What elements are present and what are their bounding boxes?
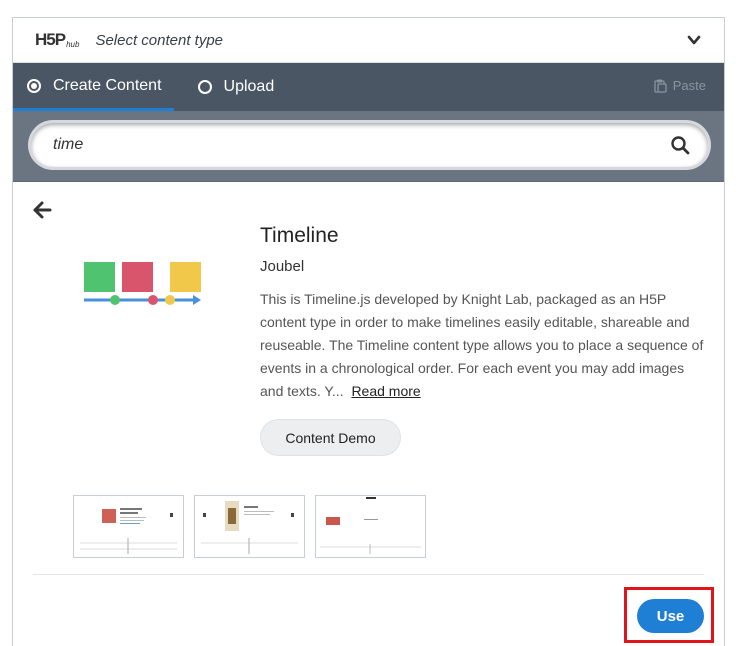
thumbnail-image <box>201 501 298 554</box>
hub-header[interactable]: H5P hub Select content type <box>13 18 724 63</box>
content-type-title: Timeline <box>260 224 339 247</box>
thumbnail-image <box>80 508 177 554</box>
search-input[interactable]: time <box>31 123 708 167</box>
logo-sub-text: hub <box>66 40 80 49</box>
paste-label: Paste <box>672 78 706 93</box>
tab-create-content[interactable]: Create Content <box>13 63 174 111</box>
radio-unselected-icon <box>197 80 212 94</box>
icon-event-green <box>84 262 115 292</box>
h5p-hub-panel: H5P hub Select content type Create Conten… <box>12 17 725 646</box>
tab-label: Upload <box>223 78 275 95</box>
radio-selected-icon <box>27 78 41 93</box>
tab-upload[interactable]: Upload <box>184 63 287 111</box>
thumbnail-image <box>320 497 421 554</box>
search-icon[interactable] <box>670 135 690 155</box>
highlight-box: Use <box>624 587 714 643</box>
description-text: This is Timeline.js developed by Knight … <box>260 291 704 399</box>
screenshot-thumbnail[interactable] <box>194 495 305 558</box>
content-type-description: This is Timeline.js developed by Knight … <box>260 288 710 403</box>
chevron-down-icon[interactable] <box>686 32 702 48</box>
hub-header-title: Select content type <box>95 31 224 49</box>
tab-bar: Create Content Upload Paste <box>13 63 724 111</box>
content-type-owner: Joubel <box>260 258 305 275</box>
screenshot-thumbnail[interactable] <box>315 495 426 558</box>
read-more-link[interactable]: Read more <box>351 383 420 399</box>
search-input-value[interactable]: time <box>53 136 708 154</box>
icon-event-yellow <box>170 262 201 292</box>
h5p-hub-logo: H5P hub <box>35 30 79 50</box>
back-arrow-icon[interactable] <box>32 200 52 220</box>
use-button[interactable]: Use <box>637 599 704 633</box>
search-area: time <box>13 111 724 182</box>
paste-button[interactable]: Paste <box>654 78 706 93</box>
content-demo-button[interactable]: Content Demo <box>260 419 401 456</box>
tab-label: Create Content <box>53 76 162 94</box>
content-type-detail: Timeline Joubel This is Timeline.js deve… <box>13 182 724 646</box>
screenshot-thumbnail[interactable] <box>73 495 184 558</box>
screenshot-gallery <box>73 495 426 558</box>
icon-event-red <box>122 262 153 292</box>
logo-text: H5P <box>35 30 66 49</box>
divider <box>33 574 704 575</box>
timeline-icon <box>84 262 201 305</box>
clipboard-icon <box>654 79 667 93</box>
